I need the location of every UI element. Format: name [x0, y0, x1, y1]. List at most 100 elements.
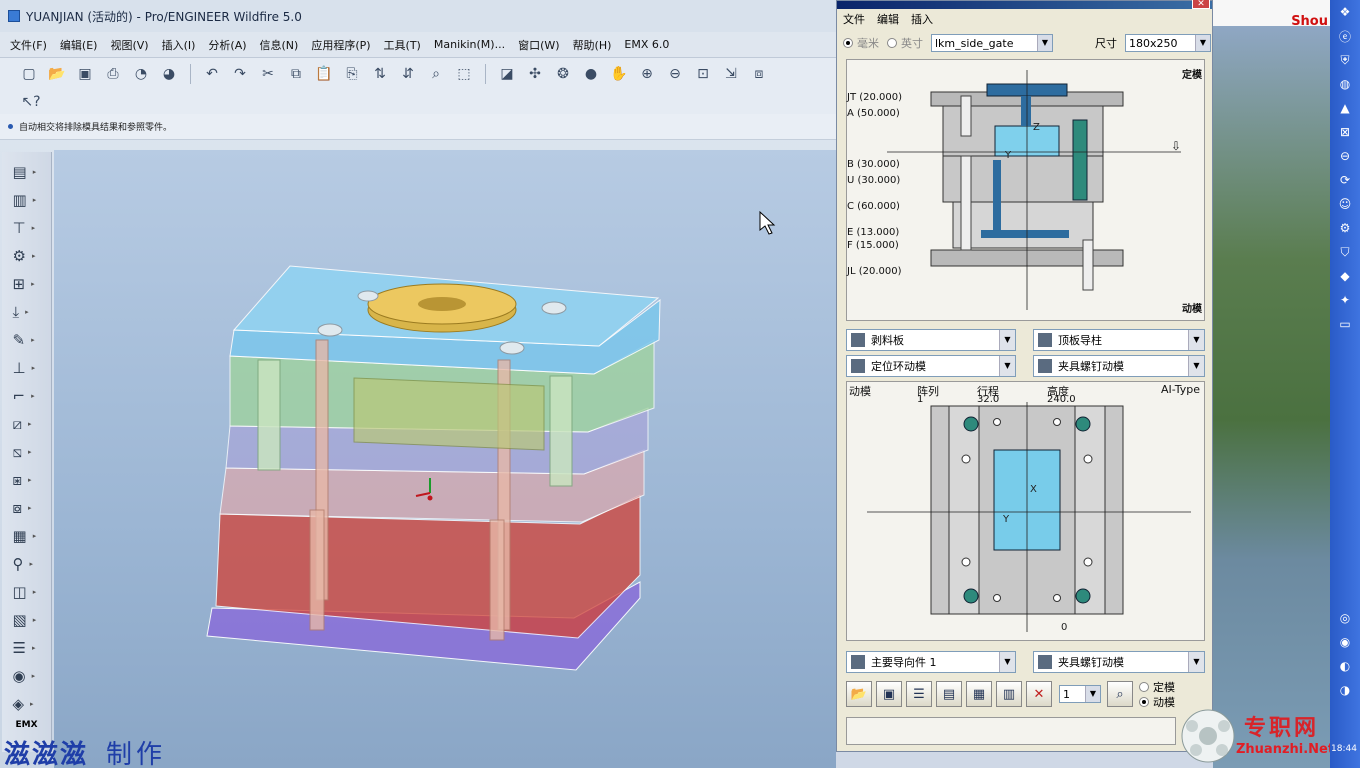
- clamp-screw-select[interactable]: 夹具螺钉动模 ▼: [1033, 355, 1205, 377]
- repaint-icon[interactable]: ◪: [496, 63, 518, 85]
- shield-icon[interactable]: ⛨: [1337, 52, 1353, 68]
- stripper-plate-select[interactable]: 剥料板 ▼: [846, 329, 1016, 351]
- print-icon[interactable]: ⎙: [102, 63, 124, 85]
- ejector-guide-pillar-select[interactable]: 顶板导柱 ▼: [1033, 329, 1205, 351]
- screw-icon[interactable]: ⚙: [7, 244, 47, 268]
- locating-ring-select[interactable]: 定位环动模 ▼: [846, 355, 1016, 377]
- menu-emx[interactable]: EMX 6.0: [624, 38, 669, 51]
- star-icon[interactable]: ✦: [1337, 292, 1353, 308]
- cavity-icon[interactable]: ◫: [7, 580, 47, 604]
- screws-button[interactable]: ▥: [996, 681, 1022, 707]
- warning-icon[interactable]: ▲: [1337, 100, 1353, 116]
- spin-center-icon[interactable]: ✣: [524, 63, 546, 85]
- ie-icon[interactable]: ⓔ: [1337, 28, 1353, 44]
- dowel-icon[interactable]: ⤓: [7, 300, 47, 324]
- orient-mode-icon[interactable]: ❂: [552, 63, 574, 85]
- main-guide-select[interactable]: 主要导向件 1 ▼: [846, 651, 1016, 673]
- send-mail-icon[interactable]: ◔: [130, 63, 152, 85]
- menu-view[interactable]: 视图(V): [110, 37, 148, 53]
- dialog-menu-edit[interactable]: 编辑: [877, 11, 899, 27]
- gear-icon[interactable]: ⚙: [1337, 220, 1353, 236]
- lifter-icon[interactable]: ⧆: [7, 468, 47, 492]
- globe-icon[interactable]: ◍: [1337, 76, 1353, 92]
- erase-icon[interactable]: ◕: [158, 63, 180, 85]
- fixed-side-radio[interactable]: [1139, 681, 1149, 692]
- ejector-pin-icon[interactable]: ⊥: [7, 356, 47, 380]
- emx-options-icon[interactable]: ◈: [7, 692, 47, 716]
- latch-icon[interactable]: ▦: [7, 524, 47, 548]
- open-folder-icon[interactable]: 📂: [46, 63, 68, 85]
- dialog-menu-file[interactable]: 文件: [843, 11, 865, 27]
- saved-views-icon[interactable]: ⧈: [748, 63, 770, 85]
- size-select[interactable]: 180x250 ▼: [1125, 34, 1211, 52]
- context-help-icon[interactable]: ↖?: [20, 91, 42, 113]
- menu-insert[interactable]: 插入(I): [162, 37, 196, 53]
- moving-side-radio[interactable]: [1139, 696, 1149, 707]
- menu-tools[interactable]: 工具(T): [384, 37, 421, 53]
- layout-button[interactable]: ▦: [966, 681, 992, 707]
- slider-icon[interactable]: ⧅: [7, 440, 47, 464]
- bom-button[interactable]: ☰: [906, 681, 932, 707]
- paste-icon[interactable]: 📋: [313, 63, 335, 85]
- support-icon[interactable]: ⚲: [7, 552, 47, 576]
- tray-c-icon[interactable]: ◐: [1337, 658, 1353, 674]
- menu-help[interactable]: 帮助(H): [573, 37, 612, 53]
- menu-edit[interactable]: 编辑(E): [60, 37, 98, 53]
- menu-manikin[interactable]: Manikin(M)...: [434, 38, 505, 51]
- count-select[interactable]: 1 ▼: [1059, 685, 1101, 703]
- refresh-icon[interactable]: ⟳: [1337, 172, 1353, 188]
- graphics-viewport[interactable]: [54, 150, 836, 768]
- regenerate-icon[interactable]: ⇅: [369, 63, 391, 85]
- close-icon[interactable]: ✕: [1192, 0, 1210, 9]
- ejector-icon[interactable]: ⊞: [7, 272, 47, 296]
- network-icon[interactable]: ⊠: [1337, 124, 1353, 140]
- save-icon[interactable]: ▣: [74, 63, 96, 85]
- undo-icon[interactable]: ↶: [201, 63, 223, 85]
- plan-view-panel[interactable]: 动模 阵列 1 行程 32.0 高度 240.0 AI-Type X Y 0: [846, 381, 1205, 641]
- visibility-icon[interactable]: ◉: [7, 664, 47, 688]
- dialog-menu-insert[interactable]: 插入: [911, 11, 933, 27]
- zoom-out-icon[interactable]: ⊖: [664, 63, 686, 85]
- paste-special-icon[interactable]: ⎘: [341, 63, 363, 85]
- copy-icon[interactable]: ⧉: [285, 63, 307, 85]
- show-desktop-icon[interactable]: ▭: [1337, 316, 1353, 332]
- save-mold-base-button[interactable]: ▣: [876, 681, 902, 707]
- drawing-icon[interactable]: ▧: [7, 608, 47, 632]
- zoom-in-icon[interactable]: ⊕: [636, 63, 658, 85]
- pin-icon[interactable]: ✎: [7, 328, 47, 352]
- select-box-icon[interactable]: ⬚: [453, 63, 475, 85]
- preview-button[interactable]: ⌕: [1107, 681, 1133, 707]
- unit-mm-radio[interactable]: [843, 38, 853, 48]
- side-view-panel[interactable]: 定模 动模 JT (20.000) A (50.000) B (30.000) …: [846, 59, 1205, 321]
- guide-component-icon[interactable]: ⊤: [7, 216, 47, 240]
- clamp-screw-moving-select[interactable]: 夹具螺钉动模 ▼: [1033, 651, 1205, 673]
- unit-inch-radio[interactable]: [887, 38, 897, 48]
- library-select[interactable]: lkm_side_gate ▼: [931, 34, 1053, 52]
- pan-hand-icon[interactable]: ✋: [608, 63, 630, 85]
- find-icon[interactable]: ⌕: [425, 63, 447, 85]
- refit-icon[interactable]: ⊡: [692, 63, 714, 85]
- menu-analysis[interactable]: 分析(A): [208, 37, 246, 53]
- reorient-icon[interactable]: ⇲: [720, 63, 742, 85]
- security-icon[interactable]: ⛉: [1337, 244, 1353, 260]
- minus-circle-icon[interactable]: ⊖: [1337, 148, 1353, 164]
- new-file-icon[interactable]: ▢: [18, 63, 40, 85]
- redo-icon[interactable]: ↷: [229, 63, 251, 85]
- tray-b-icon[interactable]: ◉: [1337, 634, 1353, 650]
- windows-logo-icon[interactable]: ❖: [1337, 4, 1353, 20]
- bom-icon[interactable]: ☰: [7, 636, 47, 660]
- menu-window[interactable]: 窗口(W): [518, 37, 559, 53]
- menu-applications[interactable]: 应用程序(P): [311, 37, 370, 53]
- mold-base-icon[interactable]: ▥: [7, 188, 47, 212]
- menu-info[interactable]: 信息(N): [260, 37, 299, 53]
- tray-d-icon[interactable]: ◑: [1337, 682, 1353, 698]
- menu-file[interactable]: 文件(F): [10, 37, 47, 53]
- plate-dialog-button[interactable]: ▤: [936, 681, 962, 707]
- cooling-icon[interactable]: ⧄: [7, 412, 47, 436]
- cut-icon[interactable]: ✂: [257, 63, 279, 85]
- regen-manager-icon[interactable]: ⇵: [397, 63, 419, 85]
- delete-button[interactable]: ✕: [1026, 681, 1052, 707]
- component-icon[interactable]: ⧇: [7, 496, 47, 520]
- tray-a-icon[interactable]: ◎: [1337, 610, 1353, 626]
- sprue-icon[interactable]: ⌐: [7, 384, 47, 408]
